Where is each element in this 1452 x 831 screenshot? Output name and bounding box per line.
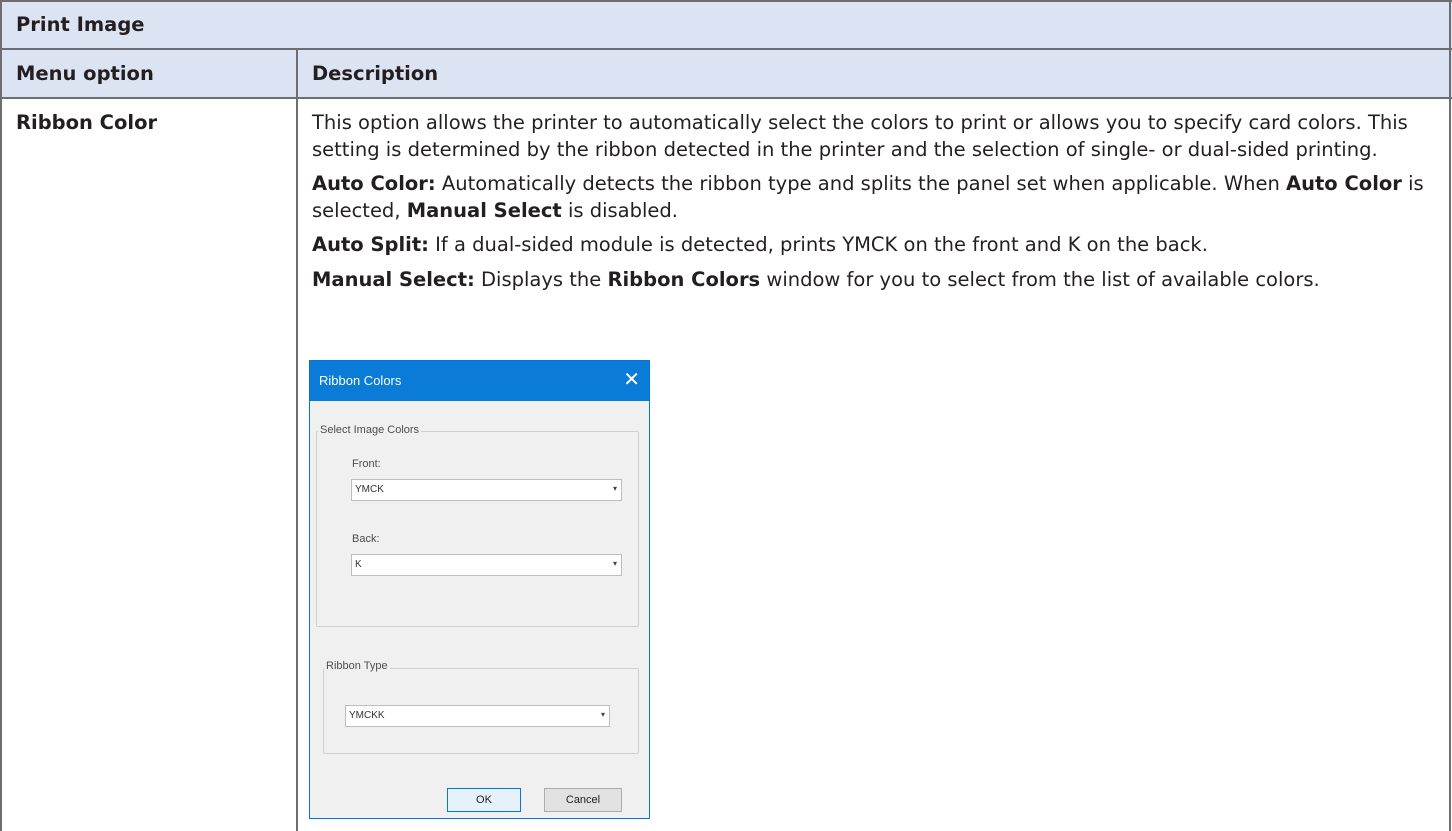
chevron-down-icon: ▾ xyxy=(600,710,605,719)
menu-option-ribbon-color: Ribbon Color xyxy=(16,111,158,134)
chevron-down-icon: ▾ xyxy=(612,559,617,568)
description-manual-select: Manual Select: Displays the Ribbon Color… xyxy=(312,267,1442,294)
back-value: K xyxy=(355,559,362,570)
back-label: Back: xyxy=(352,533,380,545)
cancel-button[interactable]: Cancel xyxy=(544,788,622,812)
ok-button[interactable]: OK xyxy=(447,788,521,812)
table-title-row xyxy=(0,0,1452,49)
ribbon-type-legend: Ribbon Type xyxy=(324,660,390,672)
table-border-left xyxy=(0,0,2,831)
dialog-title: Ribbon Colors xyxy=(319,373,402,388)
ribbon-type-value: YMCKK xyxy=(349,710,385,721)
column-header-menu-option: Menu option xyxy=(16,62,154,85)
auto-color-text: Automatically detects the ribbon type an… xyxy=(435,172,1287,195)
auto-split-text: If a dual-sided module is detected, prin… xyxy=(428,233,1208,256)
select-image-colors-legend: Select Image Colors xyxy=(318,424,422,436)
table-column-divider xyxy=(296,49,298,831)
ribbon-type-dropdown[interactable]: YMCKK ▾ xyxy=(345,705,610,727)
ribbon-colors-term: Ribbon Colors xyxy=(607,267,761,291)
table-divider-2 xyxy=(0,97,1452,99)
table-divider-1 xyxy=(0,48,1452,50)
column-header-description: Description xyxy=(312,62,439,85)
ribbon-colors-dialog: Ribbon Colors ✕ Select Image Colors Fron… xyxy=(309,360,650,819)
manual-select-term: Manual Select xyxy=(406,198,562,222)
table-border-top xyxy=(0,0,1452,2)
close-icon[interactable]: ✕ xyxy=(623,368,640,392)
front-value: YMCK xyxy=(355,484,384,495)
auto-split-label: Auto Split: xyxy=(312,233,429,256)
chevron-down-icon: ▾ xyxy=(612,484,617,493)
description-auto-split: Auto Split: If a dual-sided module is de… xyxy=(312,232,1442,259)
table-border-right xyxy=(1449,0,1451,831)
auto-color-label: Auto Color: xyxy=(312,172,436,195)
manual-select-text: Displays the xyxy=(474,267,608,291)
description-auto-color: Auto Color: Automatically detects the ri… xyxy=(312,171,1442,224)
back-dropdown[interactable]: K ▾ xyxy=(351,554,622,576)
auto-color-term: Auto Color xyxy=(1286,172,1402,195)
auto-color-text: is disabled. xyxy=(561,198,678,222)
manual-select-label: Manual Select: xyxy=(312,267,475,291)
description-intro: This option allows the printer to automa… xyxy=(312,111,1408,161)
dialog-titlebar: Ribbon Colors ✕ xyxy=(310,361,649,401)
front-label: Front: xyxy=(352,458,381,470)
table-header-row xyxy=(0,49,1452,98)
description-cell: This option allows the printer to automa… xyxy=(312,110,1442,301)
table-title: Print Image xyxy=(16,13,145,36)
front-dropdown[interactable]: YMCK ▾ xyxy=(351,479,622,501)
manual-select-text: window for you to select from the list o… xyxy=(760,267,1320,291)
